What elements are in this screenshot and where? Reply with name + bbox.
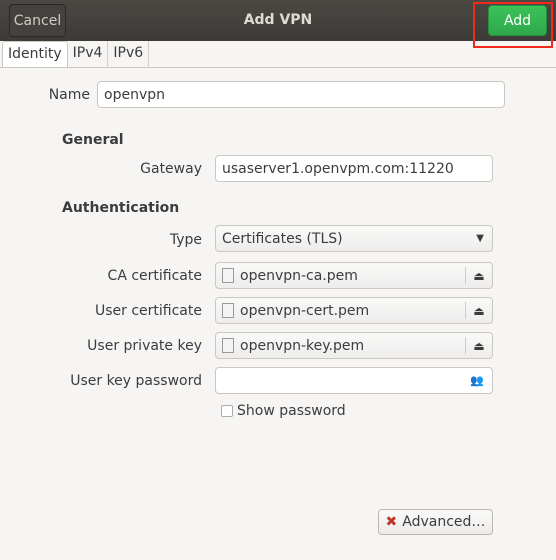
type-value: Certificates (TLS): [222, 230, 343, 247]
authentication-heading: Authentication: [62, 200, 180, 216]
type-label: Type: [169, 232, 202, 248]
show-password-checkbox[interactable]: [221, 405, 233, 417]
open-file-icon[interactable]: ⏏: [465, 337, 492, 354]
file-icon: [222, 268, 234, 283]
gateway-input[interactable]: usaserver1.openvpm.com:11220: [215, 155, 493, 182]
general-heading: General: [62, 132, 124, 148]
gateway-label: Gateway: [140, 161, 202, 177]
type-dropdown[interactable]: Certificates (TLS) ▼: [215, 225, 493, 252]
tab-identity[interactable]: Identity: [2, 41, 68, 67]
ca-certificate-chooser[interactable]: openvpn-ca.pem ⏏: [215, 262, 493, 289]
user-key-password-label: User key password: [70, 373, 202, 389]
user-private-key-label: User private key: [87, 338, 202, 354]
name-value: openvpn: [104, 86, 165, 103]
ca-certificate-label: CA certificate: [107, 268, 202, 284]
users-icon[interactable]: 👥: [470, 374, 484, 387]
advanced-label: Advanced…: [402, 514, 486, 530]
name-input[interactable]: openvpn: [97, 81, 505, 108]
advanced-button[interactable]: ✖ Advanced…: [378, 509, 493, 535]
tab-ipv6[interactable]: IPv6: [108, 41, 150, 67]
tab-bar: Identity IPv4 IPv6: [0, 41, 556, 68]
user-certificate-chooser[interactable]: openvpn-cert.pem ⏏: [215, 297, 493, 324]
user-private-key-chooser[interactable]: openvpn-key.pem ⏏: [215, 332, 493, 359]
user-certificate-value: openvpn-cert.pem: [240, 302, 370, 319]
file-icon: [222, 338, 234, 353]
tab-ipv4[interactable]: IPv4: [68, 41, 109, 67]
open-file-icon[interactable]: ⏏: [465, 267, 492, 284]
user-certificate-label: User certificate: [94, 303, 202, 319]
file-icon: [222, 303, 234, 318]
user-private-key-value: openvpn-key.pem: [240, 337, 365, 354]
dropdown-arrow-icon: ▼: [476, 233, 484, 244]
user-key-password-input[interactable]: 👥: [215, 367, 493, 394]
tools-icon: ✖: [385, 514, 398, 530]
gateway-value: usaserver1.openvpm.com:11220: [222, 160, 454, 177]
open-file-icon[interactable]: ⏏: [465, 302, 492, 319]
ca-certificate-value: openvpn-ca.pem: [240, 267, 358, 284]
show-password-label: Show password: [237, 403, 346, 419]
name-label: Name: [48, 87, 90, 103]
